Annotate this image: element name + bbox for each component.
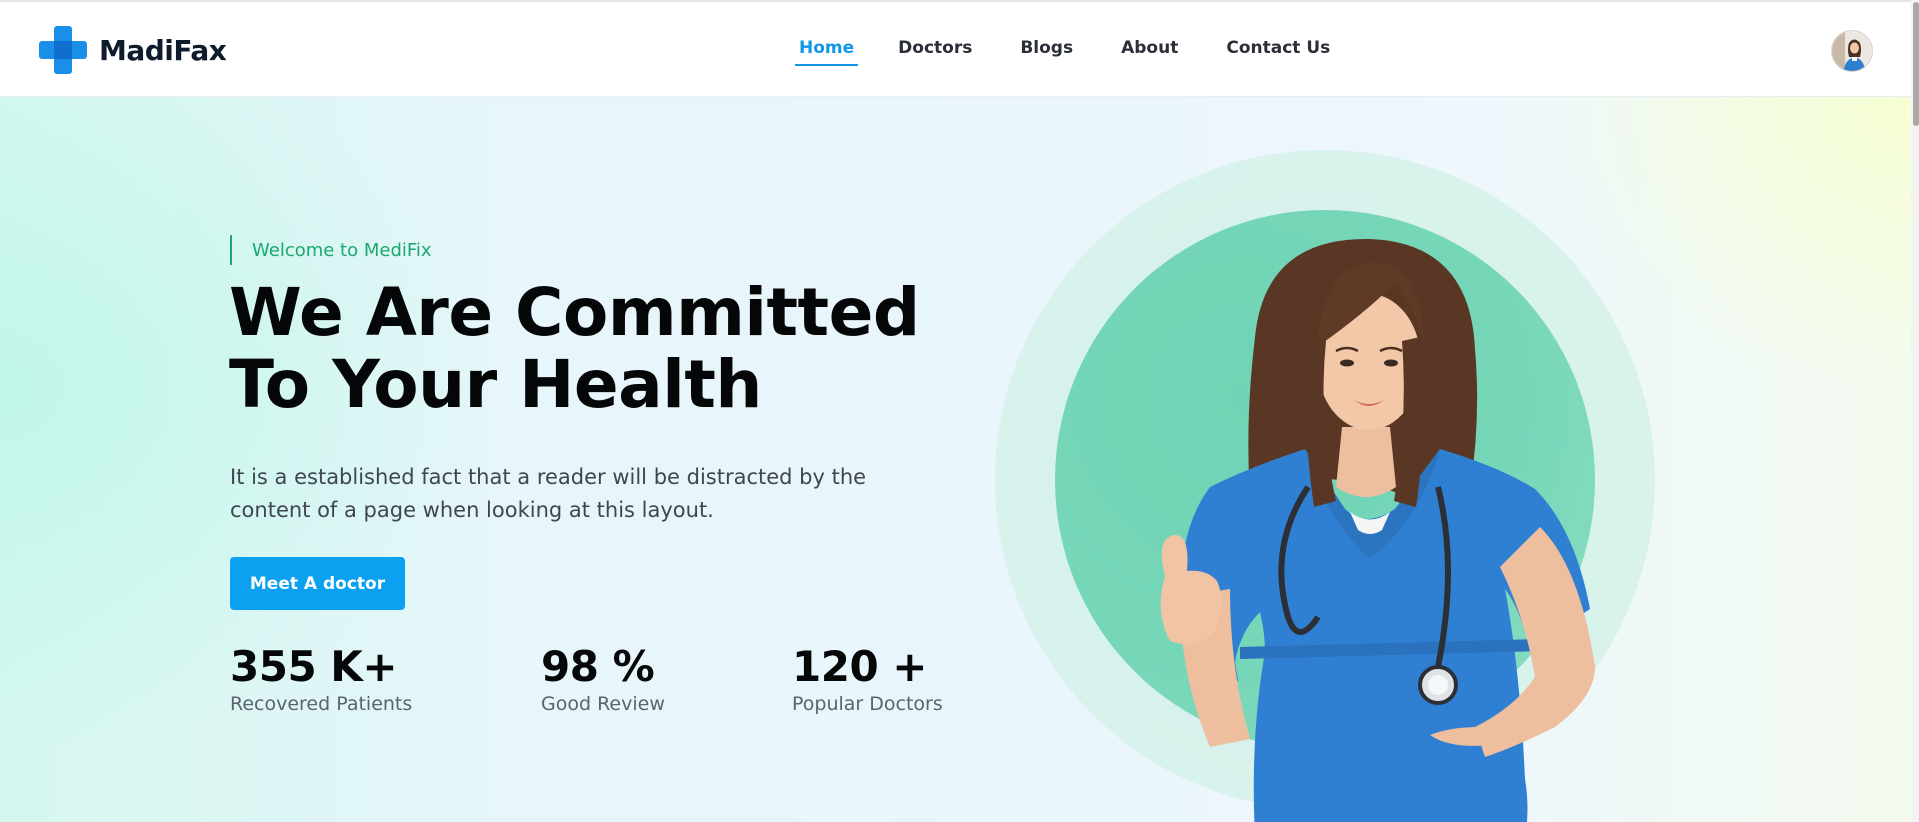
scrollbar-thumb[interactable] xyxy=(1913,2,1919,126)
hero-description: It is a established fact that a reader w… xyxy=(230,465,867,522)
stat-good-review: 98 % Good Review xyxy=(541,643,665,716)
doctor-thumbs-up-illustration xyxy=(1060,187,1620,822)
stat-label: Popular Doctors xyxy=(792,693,943,715)
stat-recovered-patients: 355 K+ Recovered Patients xyxy=(230,643,412,716)
stat-popular-doctors: 120 + Popular Doctors xyxy=(792,643,943,716)
nav-contact-us[interactable]: Contact Us xyxy=(1226,38,1330,66)
stat-label: Recovered Patients xyxy=(230,693,413,715)
nav-about[interactable]: About xyxy=(1121,38,1178,66)
user-avatar-icon[interactable] xyxy=(1831,30,1873,72)
top-navbar: MadiFax Home Doctors Blogs About Contact… xyxy=(0,0,1919,97)
stat-value: 98 % xyxy=(541,642,655,691)
hero-headline: We Are Committed To Your Health xyxy=(229,277,989,421)
stat-value: 355 K+ xyxy=(230,642,398,691)
medical-cross-icon xyxy=(37,24,89,76)
meet-a-doctor-button[interactable]: Meet A doctor xyxy=(230,557,405,610)
page-scrollbar[interactable] xyxy=(1911,0,1919,822)
hero-headline-line-1: We Are Committed xyxy=(229,274,920,351)
brand-name: MadiFax xyxy=(99,33,227,67)
stat-value: 120 + xyxy=(792,642,927,691)
main-nav: Home Doctors Blogs About Contact Us xyxy=(794,38,1330,66)
nav-blogs[interactable]: Blogs xyxy=(1020,38,1073,66)
hero-eyebrow: Welcome to MediFix xyxy=(230,235,432,265)
stat-label: Good Review xyxy=(541,693,665,715)
nav-doctors[interactable]: Doctors xyxy=(898,38,972,66)
nav-home[interactable]: Home xyxy=(794,38,859,66)
brand-logo-link[interactable]: MadiFax xyxy=(37,24,227,76)
hero-section: Welcome to MediFix We Are Committed To Y… xyxy=(0,97,1911,822)
hero-headline-line-2: To Your Health xyxy=(229,346,762,423)
